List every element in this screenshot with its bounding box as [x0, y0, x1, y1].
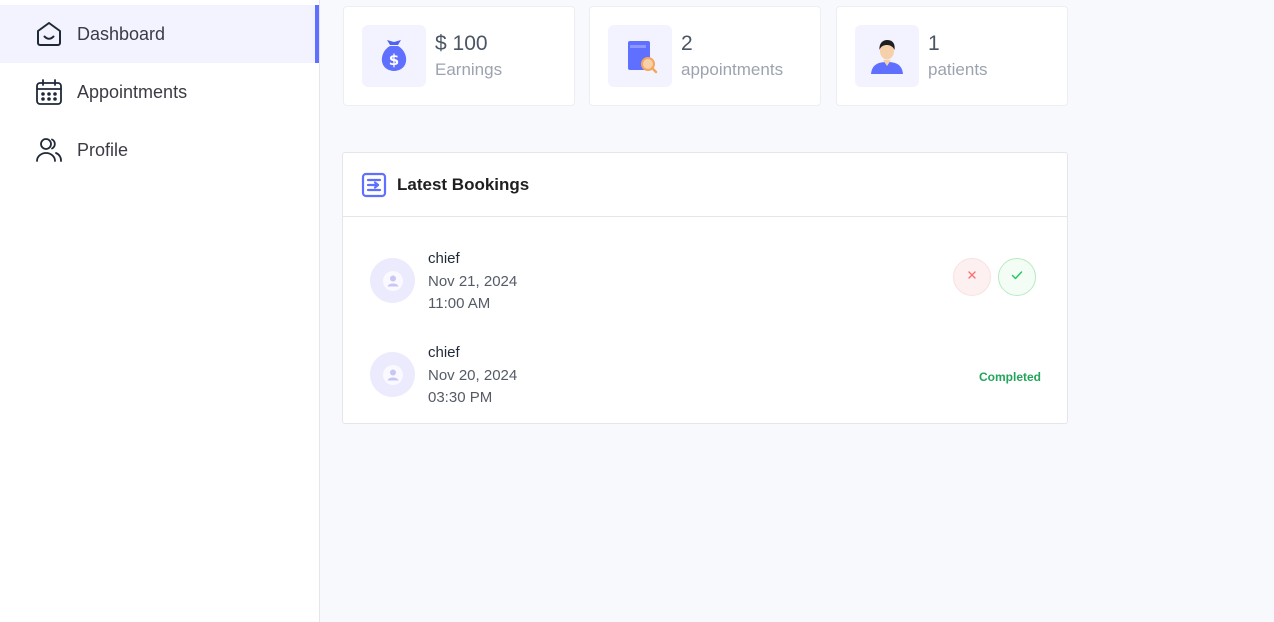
list-icon	[361, 172, 387, 198]
calendar-icon	[35, 78, 63, 106]
cancel-booking-button[interactable]	[953, 258, 991, 296]
sidebar-item-label: Appointments	[77, 81, 188, 102]
booking-row: chief Nov 20, 2024 03:30 PM Completed	[343, 342, 1067, 422]
earnings-card: $ $ 100 Earnings	[343, 6, 575, 106]
earnings-label: Earnings	[435, 60, 503, 79]
patient-name: chief	[428, 250, 460, 267]
patients-value: 1	[928, 32, 940, 55]
sidebar-item-label: Profile	[77, 139, 129, 160]
booking-time: 11:00 AM	[428, 295, 491, 312]
sidebar-item-profile[interactable]: Profile	[0, 121, 319, 179]
latest-bookings-header: Latest Bookings	[343, 153, 1067, 217]
appointments-card: 2 appointments	[589, 6, 821, 106]
latest-bookings-panel: Latest Bookings chief Nov 21, 2024 11:00…	[342, 152, 1068, 424]
avatar	[370, 258, 415, 303]
check-icon	[1010, 268, 1024, 287]
appointments-label: appointments	[681, 60, 784, 79]
patient-name: chief	[428, 344, 460, 361]
sidebar-item-dashboard[interactable]: Dashboard	[0, 5, 319, 63]
booking-time: 03:30 PM	[428, 389, 493, 406]
patient-icon	[855, 25, 919, 87]
people-icon	[35, 136, 63, 164]
booking-row: chief Nov 21, 2024 11:00 AM	[343, 248, 1067, 328]
patients-card: 1 patients	[836, 6, 1068, 106]
book-icon	[608, 25, 672, 87]
sidebar: Dashboard Appointments Profile	[0, 0, 320, 622]
appointments-value: 2	[681, 32, 693, 55]
booking-date: Nov 21, 2024	[428, 272, 518, 290]
status-badge: Completed	[978, 370, 1041, 384]
sidebar-item-appointments[interactable]: Appointments	[0, 63, 319, 121]
latest-bookings-title: Latest Bookings	[397, 174, 530, 194]
accept-booking-button[interactable]	[998, 258, 1036, 296]
patients-label: patients	[928, 60, 988, 79]
svg-text:$: $	[389, 51, 399, 69]
booking-date: Nov 20, 2024	[428, 366, 518, 384]
home-icon	[35, 20, 63, 48]
money-bag-icon: $	[362, 25, 426, 87]
close-icon	[966, 268, 978, 286]
avatar	[370, 352, 415, 397]
sidebar-item-label: Dashboard	[77, 23, 166, 44]
earnings-value: $ 100	[435, 32, 488, 55]
